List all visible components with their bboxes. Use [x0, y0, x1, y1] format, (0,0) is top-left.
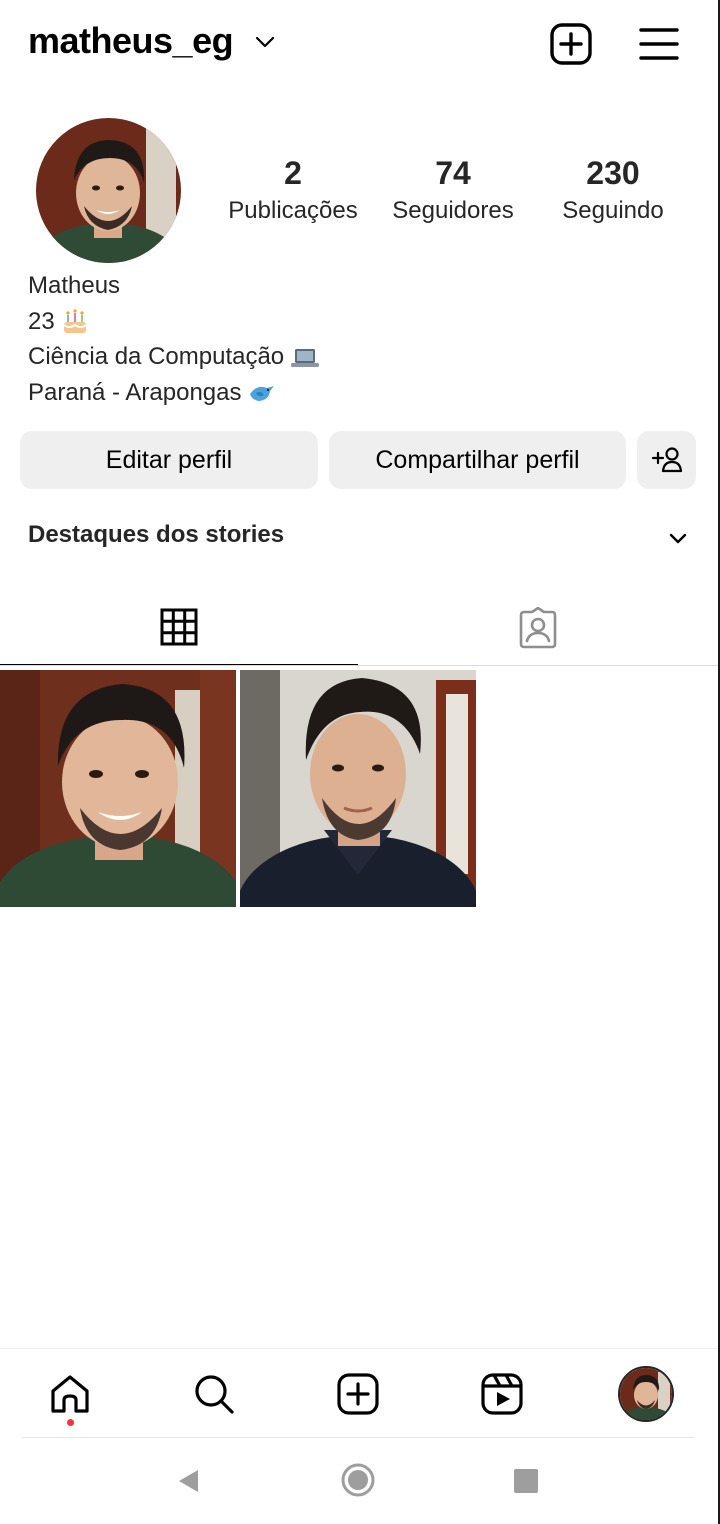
- share-profile-button[interactable]: Compartilhar perfil: [329, 431, 626, 489]
- notification-dot: [67, 1419, 74, 1426]
- stat-followers[interactable]: 74 Seguidores: [373, 152, 533, 228]
- story-highlights-title[interactable]: Destaques dos stories: [28, 521, 284, 549]
- search-icon: [195, 1375, 234, 1414]
- nav-home[interactable]: [45, 1369, 95, 1419]
- bio-line-course: Ciência da Computação: [28, 339, 320, 375]
- stat-posts-label: Publicações: [228, 197, 358, 224]
- back-icon[interactable]: [176, 1468, 200, 1494]
- bottom-navigation: [0, 1348, 718, 1438]
- birthday-cake-icon: [63, 309, 87, 334]
- stat-posts-count: 2: [284, 155, 302, 191]
- stat-following-label: Seguindo: [562, 197, 664, 224]
- bio-name-line: Matheus: [28, 268, 320, 304]
- profile-avatar: [620, 1368, 672, 1420]
- bio-age: 23: [28, 307, 55, 335]
- menu-icon[interactable]: [639, 24, 679, 64]
- recent-apps-icon[interactable]: [514, 1469, 538, 1493]
- edit-profile-button[interactable]: Editar perfil: [20, 431, 318, 489]
- home-icon: [51, 1375, 89, 1413]
- bird-icon: [250, 386, 275, 402]
- stat-posts[interactable]: 2 Publicações: [213, 152, 373, 228]
- tab-posts-grid[interactable]: [0, 590, 358, 666]
- username-title[interactable]: matheus_eg: [28, 20, 234, 62]
- home-button-icon[interactable]: [341, 1463, 375, 1497]
- grid-icon: [160, 608, 198, 646]
- new-post-icon[interactable]: [549, 22, 593, 66]
- tab-tagged[interactable]: [358, 590, 718, 666]
- profile-name: Matheus: [28, 272, 121, 299]
- stat-followers-count: 74: [435, 155, 471, 191]
- post-thumbnail[interactable]: [0, 670, 236, 907]
- post-thumbnail[interactable]: [240, 670, 476, 907]
- profile-header: matheus_eg: [0, 0, 720, 90]
- stat-following-count: 230: [586, 155, 640, 191]
- stat-following[interactable]: 230 Seguindo: [533, 152, 693, 228]
- laptop-icon: [291, 348, 320, 367]
- bio-line-age: 23: [28, 304, 320, 340]
- bio-location: Paraná - Arapongas: [28, 378, 242, 406]
- tabs-divider: [0, 665, 718, 666]
- discover-people-button[interactable]: [637, 431, 696, 489]
- reels-icon: [481, 1373, 523, 1415]
- tagged-icon: [519, 607, 557, 649]
- nav-search[interactable]: [189, 1369, 239, 1419]
- profile-bio: Matheus 23 Ciência da Computação Paraná …: [28, 268, 320, 410]
- nav-reels[interactable]: [477, 1369, 527, 1419]
- bio-line-location: Paraná - Arapongas: [28, 375, 320, 411]
- create-icon: [337, 1373, 379, 1415]
- bio-course: Ciência da Computação: [28, 343, 285, 370]
- system-navigation-bar: [0, 1438, 718, 1524]
- add-person-icon: [651, 447, 682, 473]
- nav-profile[interactable]: [618, 1366, 674, 1422]
- profile-avatar[interactable]: [36, 118, 181, 263]
- chevron-down-icon[interactable]: [254, 34, 276, 50]
- chevron-down-icon[interactable]: [667, 530, 689, 546]
- stat-followers-label: Seguidores: [392, 197, 514, 224]
- nav-create[interactable]: [333, 1369, 383, 1419]
